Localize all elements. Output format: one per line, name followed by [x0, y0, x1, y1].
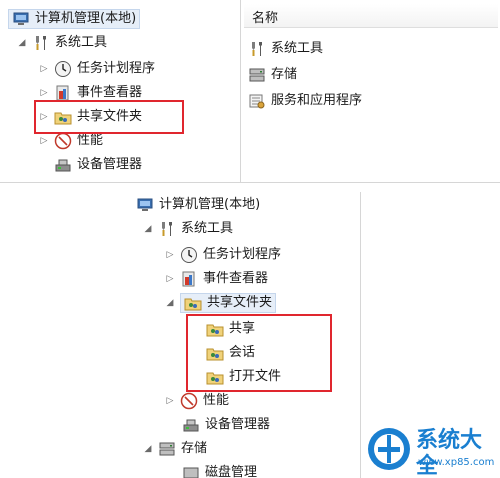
tree-item-task-scheduler[interactable]: ▷ 任务计划程序 — [38, 58, 155, 80]
tree-item-system-tools[interactable]: ◢ 系统工具 — [16, 32, 107, 54]
list-item-services-apps[interactable]: 服务和应用程序 — [248, 90, 362, 112]
list-header-name[interactable]: 名称 — [244, 4, 498, 28]
expanded-arrow-icon[interactable]: ◢ — [164, 298, 176, 308]
tree-root-label: 计算机管理(本地) — [35, 11, 137, 26]
watermark-logo: 系统大全 www.xp85.com — [362, 422, 500, 478]
clock-icon — [55, 61, 71, 77]
tree-item-device-manager[interactable]: 设备管理器 — [54, 154, 142, 176]
collapsed-arrow-icon[interactable]: ▷ — [38, 136, 50, 146]
logo-emblem-icon — [368, 428, 410, 470]
highlight-box-shared-folders — [34, 100, 184, 134]
watermark-title: 系统大全 — [416, 428, 483, 478]
list-item-system-tools[interactable]: 系统工具 — [248, 38, 323, 60]
top-panel: 名称 计算机管理(本地) ◢ 系统工具 ▷ 任务计划程序 ▷ 事件查看器 ▷ 共… — [0, 0, 500, 182]
disk-icon — [183, 467, 199, 478]
collapsed-arrow-icon[interactable]: ▷ — [164, 250, 176, 260]
list-item-storage[interactable]: 存储 — [248, 64, 297, 86]
clock-icon — [181, 247, 197, 263]
top-splitter[interactable] — [240, 0, 241, 182]
bottom-splitter[interactable] — [360, 192, 361, 478]
tree-item-storage[interactable]: ◢ 存储 — [142, 438, 207, 460]
event-viewer-icon — [182, 271, 195, 287]
tools-icon — [36, 36, 46, 50]
shared-folder-icon — [184, 298, 202, 311]
tools-icon — [252, 42, 262, 56]
collapsed-arrow-icon[interactable]: ▷ — [164, 396, 176, 406]
tree-item-device-manager[interactable]: 设备管理器 — [182, 414, 270, 436]
tree-item-task-scheduler[interactable]: ▷ 任务计划程序 — [164, 244, 281, 266]
collapsed-arrow-icon[interactable]: ▷ — [38, 64, 50, 74]
expanded-arrow-icon[interactable]: ◢ — [16, 38, 28, 48]
device-manager-icon — [55, 159, 71, 172]
performance-icon — [180, 392, 198, 410]
tree-root-label: 计算机管理(本地) — [159, 197, 261, 212]
computer-management-icon — [137, 198, 153, 211]
collapsed-arrow-icon[interactable]: ▷ — [38, 88, 50, 98]
tree-item-event-viewer[interactable]: ▷ 事件查看器 — [164, 268, 268, 290]
tree-item-disk-management[interactable]: 磁盘管理 — [182, 464, 257, 478]
performance-icon — [54, 132, 72, 150]
expanded-arrow-icon[interactable]: ◢ — [142, 224, 154, 234]
services-icon — [249, 94, 265, 109]
watermark-url: www.xp85.com — [418, 457, 495, 468]
tree-item-shared-folders[interactable]: ◢ 共享文件夹 — [164, 292, 277, 314]
tree-item-system-tools[interactable]: ◢ 系统工具 — [142, 218, 233, 240]
tree-item-performance[interactable]: ▷ 性能 — [164, 390, 229, 412]
expanded-arrow-icon[interactable]: ◢ — [142, 444, 154, 454]
panel-divider — [0, 182, 500, 183]
storage-icon — [159, 442, 175, 456]
tools-icon — [162, 222, 172, 236]
highlight-box-shared-children — [186, 314, 332, 392]
computer-management-icon — [13, 12, 29, 25]
collapsed-arrow-icon[interactable]: ▷ — [164, 274, 176, 284]
tree-root[interactable]: 计算机管理(本地) — [8, 8, 141, 30]
storage-icon — [249, 68, 265, 82]
tree-root[interactable]: 计算机管理(本地) — [136, 194, 260, 216]
device-manager-icon — [183, 419, 199, 432]
